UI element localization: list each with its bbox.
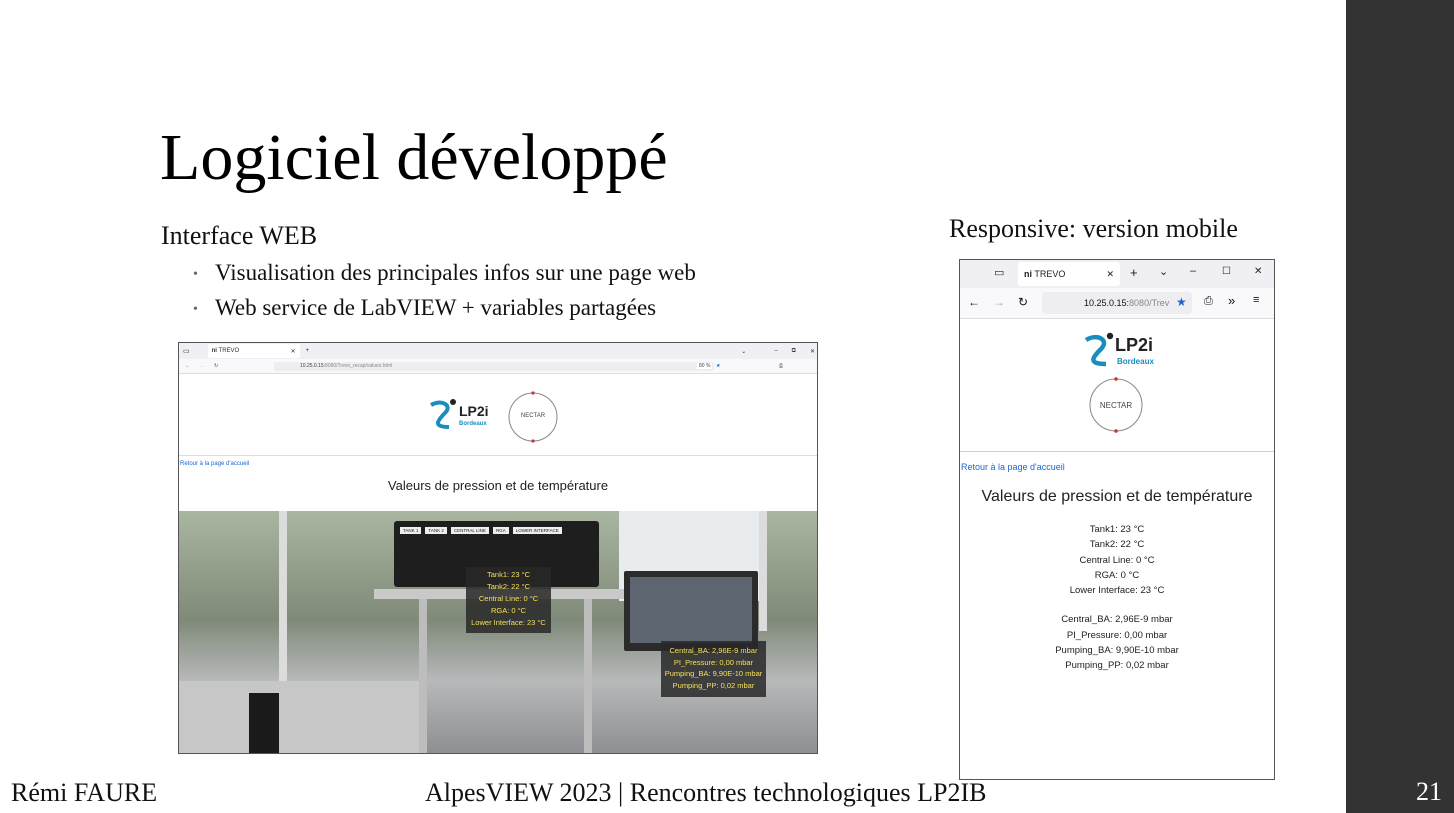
- reload-icon[interactable]: ↻: [1018, 295, 1028, 309]
- slide-title: Logiciel développé: [160, 121, 668, 194]
- controller-labels: TANK 1 TANK 2 CENTRAL LINE RGA LOWER INT…: [394, 521, 599, 534]
- back-arrow-icon[interactable]: ←: [968, 295, 980, 309]
- pressure-overlay: Central_BA: 2,96E-9 mbar PI_Pressure: 0,…: [661, 641, 766, 697]
- slide-sidebar: 21: [1346, 0, 1454, 813]
- minimize-icon[interactable]: –: [774, 348, 777, 354]
- mobile-url-field[interactable]: 10.25.0.15: 8080/Trev: [1042, 292, 1192, 314]
- back-home-link[interactable]: Retour à la page d'accueil: [180, 461, 249, 467]
- zoom-badge[interactable]: 80 %: [697, 363, 713, 369]
- slide-subtitle: Interface WEB: [161, 221, 318, 250]
- mobile-tab-bar: ▭ ni TREVO ✕ + ⌄ – ☐ ✕: [960, 260, 1274, 288]
- desktop-address-bar: ← → ↻ 10.25.0.15: 8080/Trevo_recap/values…: [179, 359, 817, 374]
- tab-overview-icon[interactable]: ▭: [183, 347, 190, 355]
- chevron-down-icon[interactable]: ⌄: [1159, 265, 1168, 278]
- bullet-dot-icon: •: [193, 301, 198, 317]
- laptop-screen: [630, 577, 752, 643]
- desktop-url-field[interactable]: 10.25.0.15: 8080/Trevo_recap/values.html: [274, 361, 714, 371]
- desktop-tab-bar: ▭ ni TREVO ✕ + ⌄ – ⧉ ✕: [179, 343, 817, 359]
- bullet-item: • Visualisation des principales infos sur…: [193, 258, 696, 293]
- desktop-tab[interactable]: ni TREVO ✕: [207, 344, 300, 358]
- page-number: 21: [1416, 777, 1442, 806]
- mobile-values: Tank1: 23 °C Tank2: 22 °C Central Line: …: [1055, 524, 1179, 672]
- desktop-browser-screenshot: ▭ ni TREVO ✕ + ⌄ – ⧉ ✕ ← → ↻ 10.25.0.15:…: [178, 342, 818, 754]
- lp2i-logo-icon: [429, 399, 456, 429]
- bookmark-star-icon[interactable]: ★: [716, 363, 720, 369]
- close-icon[interactable]: ✕: [291, 348, 296, 355]
- more-tools-icon[interactable]: »: [1228, 293, 1235, 308]
- restore-icon[interactable]: ⧉: [792, 348, 796, 355]
- new-tab-icon[interactable]: +: [306, 348, 310, 354]
- temperature-overlay: Tank1: 23 °C Tank2: 22 °C Central Line: …: [466, 567, 551, 633]
- close-window-icon[interactable]: ✕: [810, 348, 815, 355]
- footer-author: Rémi FAURE: [11, 778, 158, 807]
- bullet-list: • Visualisation des principales infos sur…: [193, 258, 696, 328]
- desktop-page-heading: Valeurs de pression et de température: [387, 478, 609, 493]
- frame-leg: [419, 599, 427, 753]
- laptop: [624, 571, 758, 651]
- desktop-logo-header: LP2i Bordeaux NECTAR: [179, 373, 817, 456]
- footer-event: AlpesVIEW 2023 | Rencontres technologiqu…: [425, 778, 987, 807]
- forward-arrow-icon[interactable]: →: [993, 295, 1005, 309]
- pump-body: [249, 693, 279, 753]
- bullet-dot-icon: •: [193, 266, 198, 282]
- mobile-logo-header: LP2i Bordeaux NECTAR: [960, 319, 1274, 452]
- ni-logo-icon: ni: [211, 348, 217, 354]
- chevron-down-icon[interactable]: ⌄: [741, 348, 746, 355]
- bookmark-star-icon[interactable]: ★: [1176, 295, 1187, 309]
- close-window-icon[interactable]: ✕: [1254, 266, 1262, 277]
- bullet-item: • Web service de LabVIEW + variables part…: [193, 293, 696, 328]
- window-frame: [759, 511, 767, 631]
- menu-icon[interactable]: ≡: [1253, 294, 1259, 306]
- back-arrow-icon[interactable]: ←: [185, 363, 190, 369]
- new-tab-icon[interactable]: +: [1130, 265, 1138, 280]
- maximize-icon[interactable]: ☐: [1222, 266, 1231, 277]
- lp2i-logo-icon: [1084, 332, 1114, 367]
- mobile-page-heading: Valeurs de pression et de température: [981, 488, 1253, 505]
- minimize-icon[interactable]: –: [1190, 265, 1196, 277]
- ni-logo-icon: ni: [1024, 269, 1032, 279]
- mobile-address-bar: ← → ↻ 10.25.0.15: 8080/Trev ★ ⎙ » ≡: [960, 288, 1274, 319]
- lab-photo: TANK 1 TANK 2 CENTRAL LINE RGA LOWER INT…: [179, 511, 817, 753]
- frame-leg: [584, 599, 592, 753]
- extensions-icon[interactable]: ⎙: [779, 363, 783, 369]
- close-icon[interactable]: ✕: [1106, 269, 1114, 280]
- reload-icon[interactable]: ↻: [214, 363, 218, 369]
- insulation-foil: [179, 681, 419, 753]
- window-frame: [279, 511, 287, 691]
- extensions-icon[interactable]: ⎙: [1204, 295, 1213, 308]
- mobile-heading: Responsive: version mobile: [949, 214, 1238, 243]
- mobile-tab[interactable]: ni TREVO ✕: [1018, 262, 1120, 286]
- back-home-link[interactable]: Retour à la page d'accueil: [961, 462, 1065, 472]
- tab-overview-icon[interactable]: ▭: [994, 266, 1004, 279]
- mobile-browser-screenshot: ▭ ni TREVO ✕ + ⌄ – ☐ ✕ ← → ↻ 10.25.0.15:…: [959, 259, 1275, 780]
- forward-arrow-icon[interactable]: →: [199, 363, 204, 369]
